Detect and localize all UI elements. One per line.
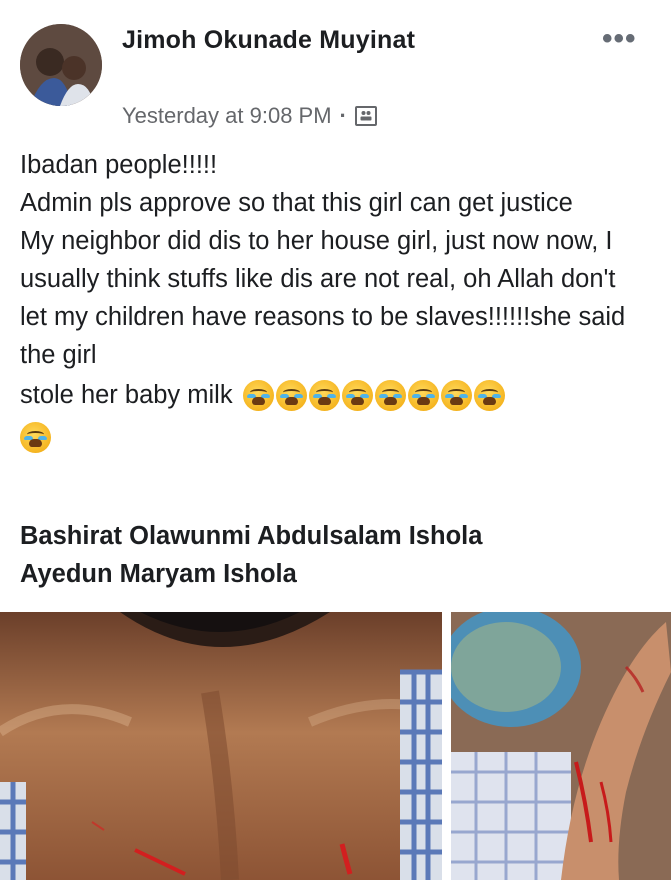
group-icon[interactable] (354, 106, 377, 126)
post-line: stole her baby milk (20, 381, 233, 409)
tagged-people: Bashirat Olawunmi Abdulsalam Ishola Ayed… (20, 517, 482, 593)
facebook-post: Jimoh Okunade Muyinat ••• Yesterday at 9… (0, 0, 671, 880)
post-line: Admin pls approve so that this girl can … (20, 189, 573, 217)
loudly-crying-face-emoji-icon (440, 379, 472, 411)
loudly-crying-face-emoji-icon (308, 379, 340, 411)
tagged-person-link[interactable]: Ayedun Maryam Ishola (20, 555, 482, 593)
loudly-crying-face-emoji-icon (242, 379, 274, 411)
loudly-crying-face-emoji-icon (374, 379, 406, 411)
separator-dot: · (339, 103, 347, 128)
loudly-crying-face-emoji-icon (275, 379, 307, 411)
post-timestamp[interactable]: Yesterday at 9:08 PM (122, 103, 332, 129)
photo-left-image (0, 612, 442, 880)
emoji-wrap-line (20, 416, 640, 458)
post-photos (0, 612, 671, 880)
author-name[interactable]: Jimoh Okunade Muyinat (122, 26, 415, 55)
post-photo[interactable] (0, 612, 442, 880)
post-line-with-emojis: stole her baby milk (20, 374, 640, 416)
photo-right-image (451, 612, 671, 880)
avatar[interactable] (20, 24, 102, 106)
loudly-crying-face-emoji-icon (341, 379, 373, 411)
avatar-photo (20, 24, 102, 106)
tagged-person-link[interactable]: Bashirat Olawunmi Abdulsalam Ishola (20, 517, 482, 555)
more-options-icon[interactable]: ••• (602, 24, 637, 54)
post-line: My neighbor did dis to her house girl, j… (20, 227, 626, 369)
post-meta: Yesterday at 9:08 PM · (122, 103, 377, 129)
loudly-crying-face-emoji-icon (407, 379, 439, 411)
post-line: Ibadan people!!!!! (20, 151, 218, 179)
post-body: Ibadan people!!!!! Admin pls approve so … (20, 146, 640, 458)
loudly-crying-face-emoji-icon (473, 379, 505, 411)
post-photo[interactable] (451, 612, 671, 880)
loudly-crying-face-emoji-icon (20, 421, 51, 453)
